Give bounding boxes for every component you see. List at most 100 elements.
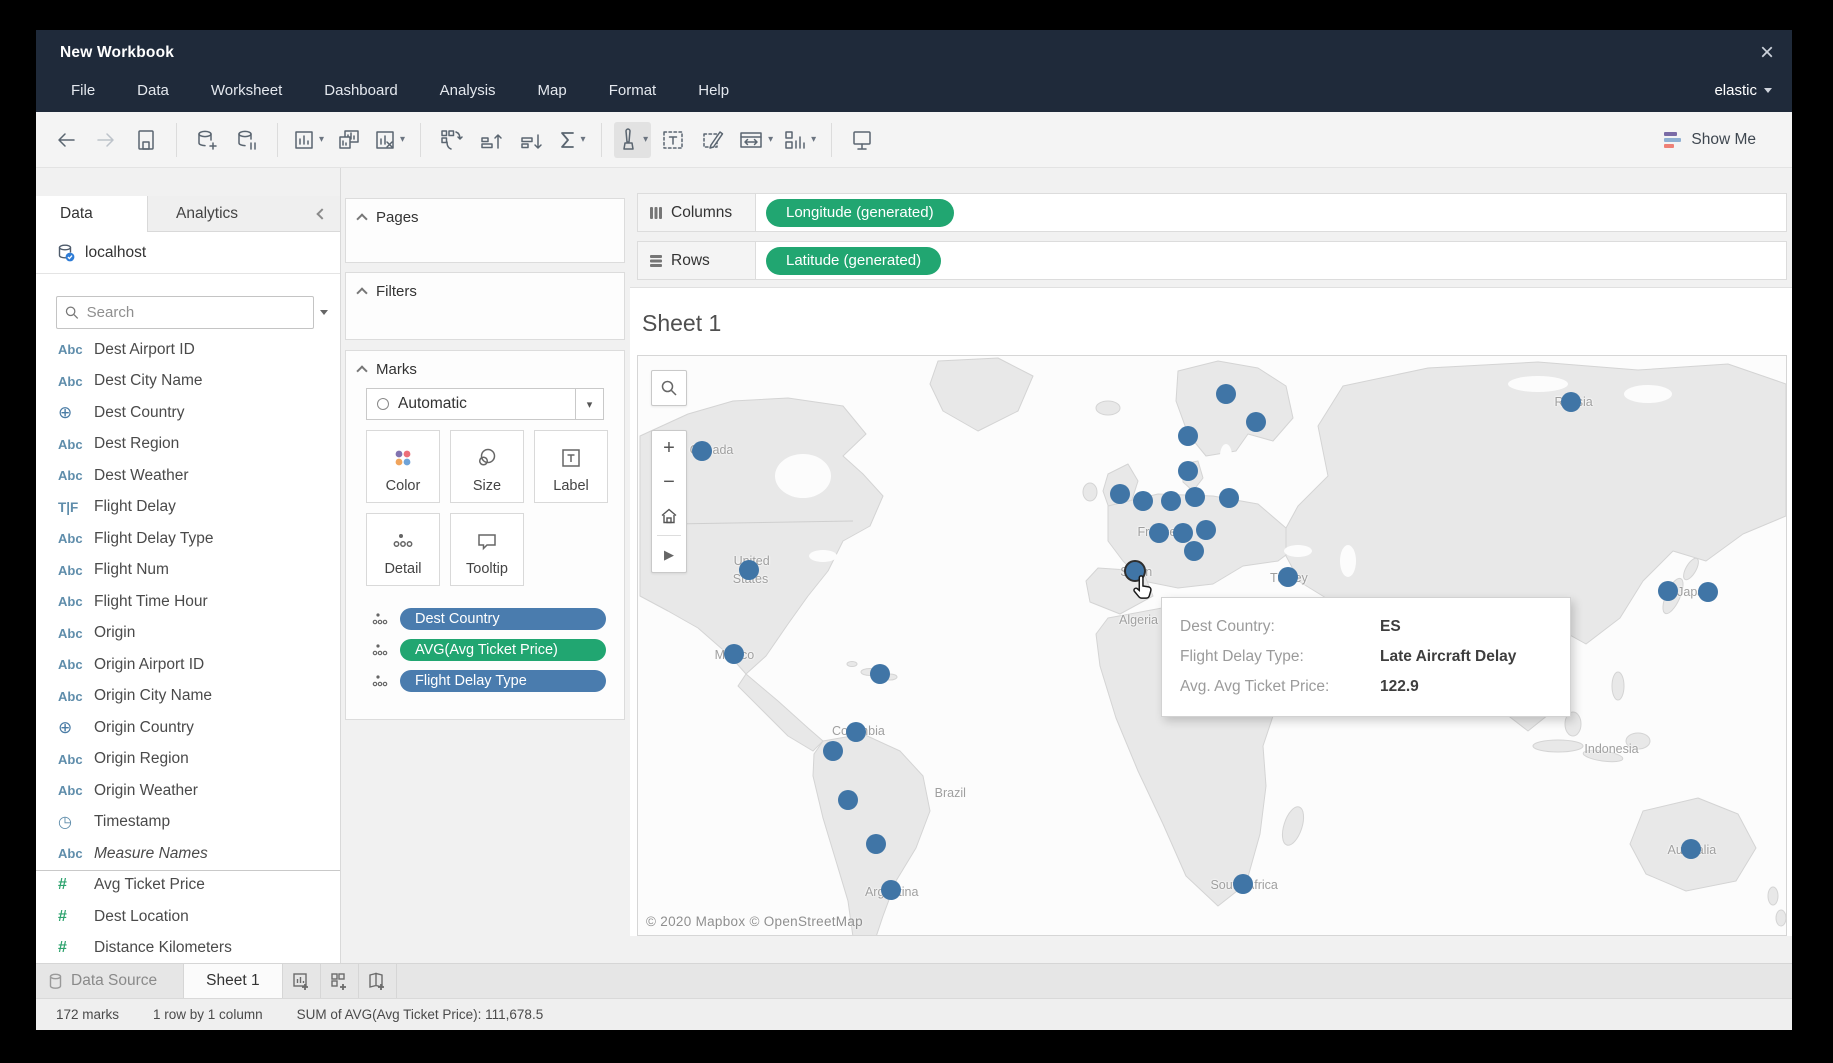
map-mark[interactable] — [870, 664, 890, 684]
menu-item[interactable]: Data — [116, 82, 190, 99]
sheet-tab[interactable]: Sheet 1 — [183, 964, 282, 998]
zoom-home-button[interactable] — [652, 499, 686, 533]
field-item[interactable]: Abc Origin Airport ID — [36, 649, 340, 681]
sort-descending-button[interactable] — [513, 122, 549, 158]
detail-button[interactable]: Detail — [366, 513, 440, 586]
field-item[interactable]: Abc Origin Weather — [36, 775, 340, 807]
map-view[interactable]: CanadaUnitedStatesMexicoColombiaBrazilAr… — [637, 355, 1787, 936]
map-mark[interactable] — [724, 644, 744, 664]
presentation-mode-button[interactable] — [844, 122, 880, 158]
mark-type-dropdown[interactable]: Automatic — [366, 388, 604, 420]
field-item[interactable]: # Dest Location — [36, 901, 340, 933]
field-item[interactable]: Abc Dest Weather — [36, 460, 340, 492]
tab-analytics[interactable]: Analytics — [148, 196, 340, 232]
map-mark[interactable] — [1149, 523, 1169, 543]
map-mark[interactable] — [1161, 491, 1181, 511]
marks-pill[interactable]: Dest Country — [400, 608, 606, 630]
marks-card-header[interactable]: Marks — [346, 351, 624, 386]
map-mark[interactable] — [1178, 461, 1198, 481]
columns-pill[interactable]: Longitude (generated) — [766, 199, 954, 227]
show-totals-button[interactable] — [553, 122, 589, 158]
field-item[interactable]: # Distance Kilometers — [36, 933, 340, 964]
field-item[interactable]: Abc Flight Num — [36, 555, 340, 587]
field-item[interactable]: T|F Flight Delay — [36, 492, 340, 524]
field-item[interactable]: Abc Dest City Name — [36, 366, 340, 398]
map-mark[interactable] — [739, 560, 759, 580]
marks-pill[interactable]: Flight Delay Type — [400, 670, 606, 692]
map-mark[interactable] — [1184, 541, 1204, 561]
redo-button[interactable] — [88, 122, 124, 158]
new-worksheet-button[interactable] — [290, 122, 327, 158]
collapse-panel-icon[interactable] — [316, 208, 327, 219]
new-data-source-button[interactable] — [189, 122, 225, 158]
map-mark[interactable] — [881, 880, 901, 900]
field-item[interactable]: Abc Measure Names — [36, 838, 340, 870]
tab-data[interactable]: Data — [36, 196, 148, 232]
expand-map-controls-button[interactable]: ▶ — [652, 538, 686, 572]
label-button[interactable]: Label — [534, 430, 608, 503]
rows-shelf[interactable]: Rows Latitude (generated) — [637, 241, 1787, 280]
tooltip-button[interactable]: Tooltip — [450, 513, 524, 586]
map-mark[interactable] — [1658, 581, 1678, 601]
field-item[interactable]: Abc Origin Region — [36, 744, 340, 776]
field-item[interactable]: # Avg Ticket Price — [36, 870, 340, 902]
cell-size-button[interactable] — [780, 122, 819, 158]
map-mark[interactable] — [1561, 392, 1581, 412]
map-mark[interactable] — [1278, 567, 1298, 587]
color-button[interactable]: Color — [366, 430, 440, 503]
undo-button[interactable] — [48, 122, 84, 158]
map-mark[interactable] — [846, 722, 866, 742]
map-mark[interactable] — [1196, 520, 1216, 540]
map-mark[interactable] — [1681, 839, 1701, 859]
zoom-in-button[interactable]: + — [652, 431, 686, 465]
new-dashboard-tab-button[interactable] — [321, 964, 359, 998]
menu-item[interactable]: Worksheet — [190, 82, 303, 99]
map-mark[interactable] — [1110, 484, 1130, 504]
map-mark[interactable] — [1173, 523, 1193, 543]
map-mark[interactable] — [823, 741, 843, 761]
field-item[interactable]: Abc Dest Region — [36, 429, 340, 461]
field-item[interactable]: Abc Flight Delay Type — [36, 523, 340, 555]
map-mark[interactable] — [838, 790, 858, 810]
map-mark[interactable] — [1216, 384, 1236, 404]
search-options-icon[interactable] — [320, 310, 328, 319]
menu-item[interactable]: Map — [517, 82, 588, 99]
menu-item[interactable]: Format — [588, 82, 678, 99]
field-item[interactable]: Abc Flight Time Hour — [36, 586, 340, 618]
field-item[interactable]: ⊕ Dest Country — [36, 397, 340, 429]
close-icon[interactable]: × — [1760, 43, 1774, 63]
map-mark[interactable] — [1185, 487, 1205, 507]
field-item[interactable]: Abc Dest Airport ID — [36, 334, 340, 366]
field-item[interactable]: ⊕ Origin Country — [36, 712, 340, 744]
swap-rows-columns-button[interactable] — [433, 122, 469, 158]
show-mark-labels-button[interactable] — [655, 122, 691, 158]
search-box[interactable] — [56, 296, 314, 329]
filters-card-header[interactable]: Filters — [346, 273, 624, 308]
menu-item[interactable]: Help — [677, 82, 750, 99]
map-search-button[interactable] — [651, 370, 687, 406]
columns-shelf[interactable]: Columns Longitude (generated) — [637, 193, 1787, 232]
pages-card-header[interactable]: Pages — [346, 199, 624, 234]
map-mark[interactable] — [866, 834, 886, 854]
menu-item[interactable]: Dashboard — [303, 82, 418, 99]
connection-item[interactable]: localhost — [36, 232, 340, 274]
mark-type-caret[interactable] — [575, 389, 603, 419]
zoom-out-button[interactable]: − — [652, 465, 686, 499]
map-mark[interactable] — [1698, 582, 1718, 602]
data-source-tab[interactable]: Data Source — [36, 964, 183, 998]
field-item[interactable]: Abc Origin — [36, 618, 340, 650]
search-input[interactable] — [87, 304, 305, 321]
map-mark[interactable] — [1233, 874, 1253, 894]
map-mark[interactable] — [692, 441, 712, 461]
format-button[interactable] — [695, 122, 731, 158]
clear-sheet-button[interactable] — [371, 122, 408, 158]
duplicate-sheet-button[interactable] — [331, 122, 367, 158]
map-mark[interactable] — [1133, 491, 1153, 511]
menu-item[interactable]: File — [50, 82, 116, 99]
fit-button[interactable] — [735, 122, 776, 158]
menu-item[interactable]: Analysis — [419, 82, 517, 99]
user-menu[interactable]: elastic — [1714, 82, 1772, 99]
field-item[interactable]: Abc Origin City Name — [36, 681, 340, 713]
field-item[interactable]: ◷ Timestamp — [36, 807, 340, 839]
new-story-tab-button[interactable] — [359, 964, 397, 998]
